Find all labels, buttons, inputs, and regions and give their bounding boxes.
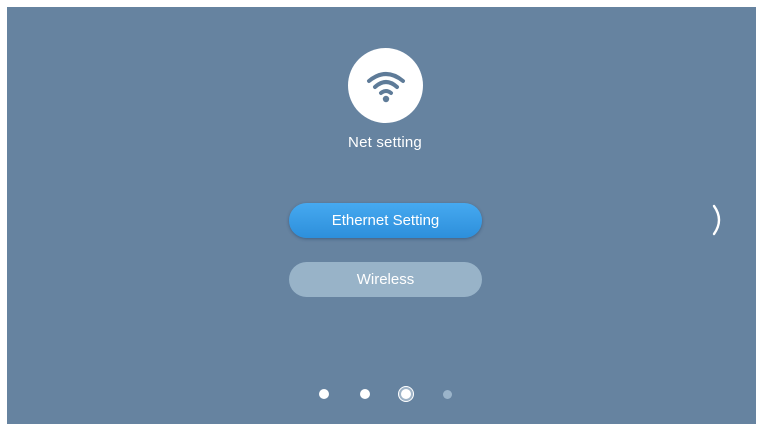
ethernet-setting-label: Ethernet Setting xyxy=(331,212,440,229)
wireless-button[interactable]: Wireless xyxy=(289,262,482,297)
page-title: Net setting xyxy=(348,134,422,151)
page-dot-4[interactable] xyxy=(443,390,452,399)
wifi-icon xyxy=(348,48,423,123)
page-indicator xyxy=(7,386,756,402)
page-dot-1[interactable] xyxy=(319,389,329,399)
ethernet-setting-button[interactable]: Ethernet Setting xyxy=(289,203,482,238)
page-dot-3-active[interactable] xyxy=(399,387,413,401)
wireless-label: Wireless xyxy=(356,271,415,288)
wifi-glyph xyxy=(366,71,405,102)
net-setting-screen: Net setting Ethernet Setting Wireless xyxy=(7,7,756,424)
chevron-right-icon[interactable] xyxy=(707,203,731,237)
page-dot-2[interactable] xyxy=(360,389,370,399)
